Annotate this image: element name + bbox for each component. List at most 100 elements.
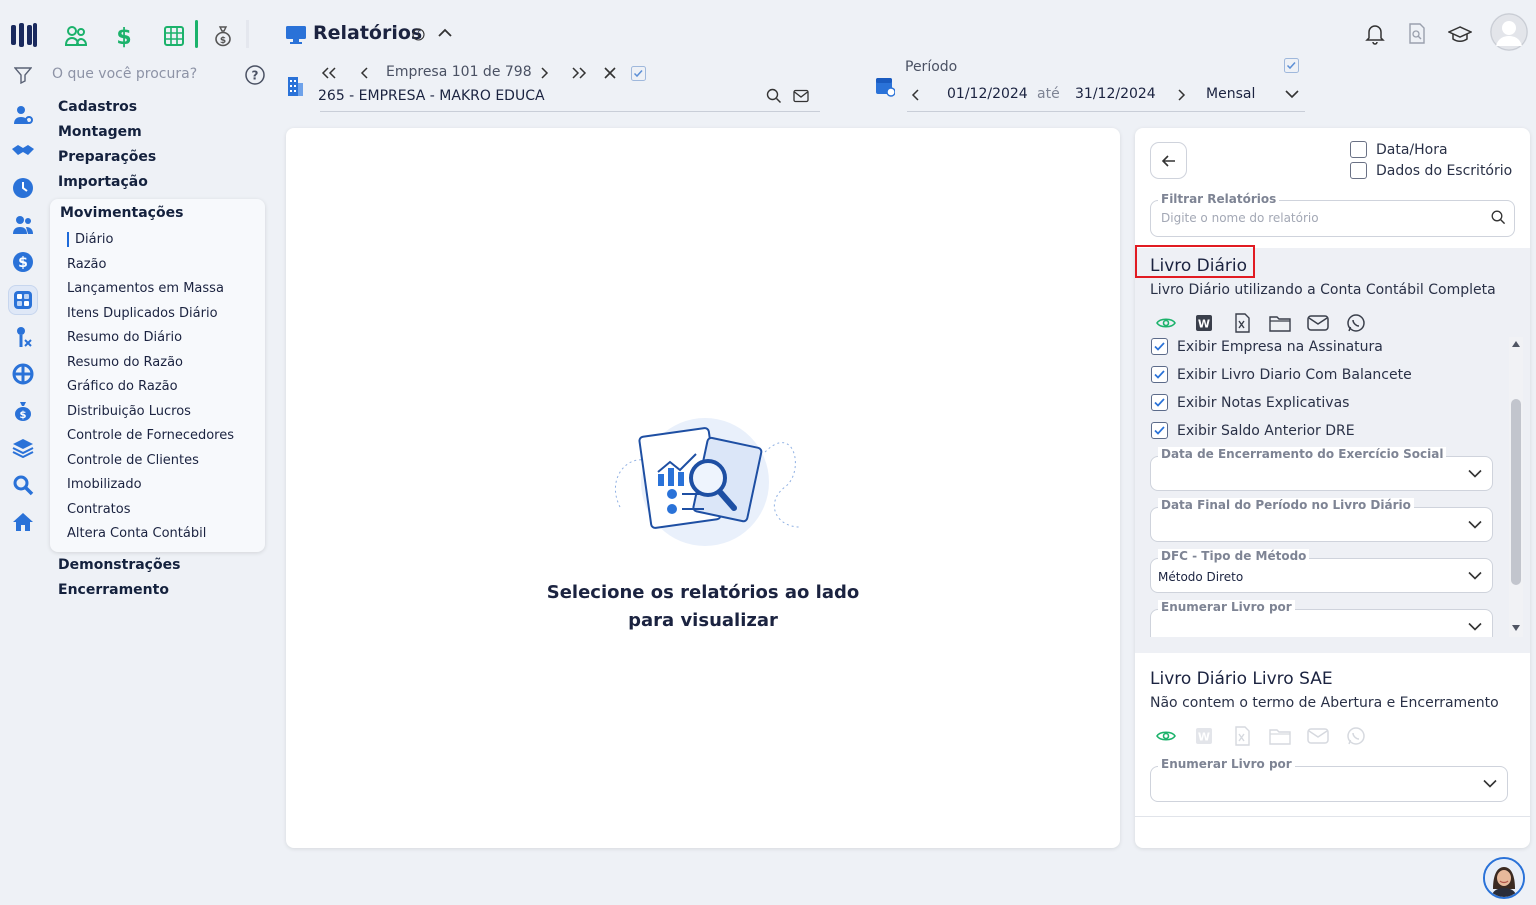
date-start[interactable]: 01/12/2024 xyxy=(947,86,1028,102)
network-icon[interactable] xyxy=(10,361,36,387)
users-icon[interactable] xyxy=(62,22,90,50)
checkbox-checked-icon[interactable] xyxy=(1151,394,1168,411)
app-logo[interactable] xyxy=(10,22,38,48)
calculator-icon[interactable] xyxy=(8,285,38,315)
submenu-item-lancamentos[interactable]: Lançamentos em Massa xyxy=(67,281,224,296)
checkbox-checked-icon[interactable] xyxy=(1151,366,1168,383)
eye-icon[interactable] xyxy=(1155,312,1177,334)
global-search-input[interactable]: O que você procura? xyxy=(52,66,197,82)
check-saldo-anterior[interactable]: Exibir Saldo Anterior DRE xyxy=(1151,422,1355,439)
report2-select-enumerar[interactable] xyxy=(1150,766,1508,802)
home-icon[interactable] xyxy=(10,509,36,535)
layers-icon[interactable] xyxy=(10,435,36,461)
collapse-chevron-icon[interactable] xyxy=(437,27,453,39)
clock-icon[interactable] xyxy=(10,175,36,201)
spreadsheet-icon[interactable] xyxy=(160,22,188,50)
submenu-item-altera-conta[interactable]: Altera Conta Contábil xyxy=(67,526,206,541)
scrollbar-up-icon[interactable] xyxy=(1512,341,1520,347)
back-button[interactable] xyxy=(1150,142,1187,179)
prev-period-icon[interactable] xyxy=(910,88,922,102)
pin-icon[interactable] xyxy=(10,324,36,350)
menu-preparacoes[interactable]: Preparações xyxy=(58,149,156,165)
periodo-checkbox[interactable] xyxy=(1284,58,1299,73)
info-icon[interactable] xyxy=(412,28,425,41)
company-search-icon[interactable] xyxy=(766,88,782,104)
money-bag-top-icon[interactable]: $ xyxy=(209,22,237,50)
graduation-cap-icon[interactable] xyxy=(1448,25,1472,45)
submenu-item-imobilizado[interactable]: Imobilizado xyxy=(67,477,142,492)
option-data-hora[interactable]: Data/Hora xyxy=(1350,141,1448,158)
help-icon[interactable]: ? xyxy=(245,65,265,85)
option-dados-escritorio[interactable]: Dados do Escritório xyxy=(1350,162,1512,179)
next-period-icon[interactable] xyxy=(1175,88,1187,102)
word-icon[interactable]: W xyxy=(1193,312,1215,334)
submenu-item-clientes[interactable]: Controle de Clientes xyxy=(67,453,199,468)
report1-title[interactable]: Livro Diário xyxy=(1150,256,1247,276)
date-end[interactable]: 31/12/2024 xyxy=(1075,86,1156,102)
frequency-select[interactable]: Mensal xyxy=(1206,86,1255,102)
svg-text:$: $ xyxy=(20,410,27,421)
whatsapp-icon[interactable] xyxy=(1345,725,1367,747)
checkbox-checked-icon[interactable] xyxy=(1151,338,1168,355)
menu-montagem[interactable]: Montagem xyxy=(58,124,142,140)
submenu-item-contratos[interactable]: Contratos xyxy=(67,502,131,517)
handshake-icon[interactable] xyxy=(10,138,36,164)
check-empresa-assinatura[interactable]: Exibir Empresa na Assinatura xyxy=(1151,338,1383,355)
word-icon[interactable]: W xyxy=(1193,725,1215,747)
submenu-item-razao[interactable]: Razão xyxy=(67,257,106,272)
whatsapp-icon[interactable] xyxy=(1345,312,1367,334)
data-hora-checkbox[interactable] xyxy=(1350,141,1367,158)
company-name[interactable]: 265 - EMPRESA - MAKRO EDUCA xyxy=(318,88,545,104)
menu-importacao[interactable]: Importação xyxy=(58,174,148,190)
folder-icon[interactable] xyxy=(1269,312,1291,334)
clear-company-icon[interactable] xyxy=(603,66,617,80)
menu-cadastros[interactable]: Cadastros xyxy=(58,99,137,115)
select-data-final[interactable] xyxy=(1150,507,1493,542)
people-icon[interactable] xyxy=(10,212,36,238)
company-select-checkbox[interactable] xyxy=(631,66,646,81)
filter-search-icon[interactable] xyxy=(1491,210,1506,225)
company-mail-icon[interactable] xyxy=(793,89,809,103)
submenu-item-fornecedores[interactable]: Controle de Fornecedores xyxy=(67,428,234,443)
dados-escritorio-checkbox[interactable] xyxy=(1350,162,1367,179)
money-bag-icon[interactable]: $ xyxy=(10,398,36,424)
menu-movimentacoes[interactable]: Movimentações xyxy=(60,205,183,221)
user-avatar[interactable] xyxy=(1490,13,1528,51)
company-counter: Empresa 101 de 798 xyxy=(386,64,532,80)
check-notas-explicativas[interactable]: Exibir Notas Explicativas xyxy=(1151,394,1349,411)
scrollbar-thumb[interactable] xyxy=(1511,399,1521,585)
frequency-chevron-icon[interactable] xyxy=(1284,89,1300,99)
menu-encerramento[interactable]: Encerramento xyxy=(58,582,169,598)
dollar-sign-icon[interactable]: $ xyxy=(110,22,138,50)
last-company-icon[interactable] xyxy=(570,66,588,80)
mail-icon[interactable] xyxy=(1307,312,1329,334)
select-encerramento[interactable] xyxy=(1150,456,1493,491)
submenu-item-resumo-razao[interactable]: Resumo do Razão xyxy=(67,355,183,370)
report2-title[interactable]: Livro Diário Livro SAE xyxy=(1150,669,1333,689)
folder-icon[interactable] xyxy=(1269,725,1291,747)
prev-company-icon[interactable] xyxy=(359,66,371,80)
submenu-item-diario[interactable]: Diário xyxy=(67,232,114,247)
users-config-icon[interactable] xyxy=(10,102,36,128)
checkbox-checked-icon[interactable] xyxy=(1151,422,1168,439)
excel-icon[interactable] xyxy=(1231,312,1253,334)
menu-demonstracoes[interactable]: Demonstrações xyxy=(58,557,180,573)
submenu-item-resumo-diario[interactable]: Resumo do Diário xyxy=(67,330,182,345)
submenu-item-duplicados[interactable]: Itens Duplicados Diário xyxy=(67,306,218,321)
mail-icon[interactable] xyxy=(1307,725,1329,747)
magnifier-icon[interactable] xyxy=(10,472,36,498)
excel-icon[interactable] xyxy=(1231,725,1253,747)
next-company-icon[interactable] xyxy=(538,66,550,80)
scrollbar-down-icon[interactable] xyxy=(1512,625,1520,631)
assistant-avatar[interactable] xyxy=(1483,857,1525,899)
document-search-icon[interactable] xyxy=(1407,23,1427,45)
check-livro-balancete[interactable]: Exibir Livro Diario Com Balancete xyxy=(1151,366,1412,383)
submenu-item-grafico-razao[interactable]: Gráfico do Razão xyxy=(67,379,178,394)
submenu-item-distribuicao[interactable]: Distribuição Lucros xyxy=(67,404,191,419)
select-dfc-metodo[interactable]: Método Direto xyxy=(1150,558,1493,593)
first-company-icon[interactable] xyxy=(320,66,338,80)
dollar-icon[interactable]: $ xyxy=(10,249,36,275)
eye-icon[interactable] xyxy=(1155,725,1177,747)
filter-icon[interactable] xyxy=(14,66,32,84)
bell-icon[interactable] xyxy=(1365,23,1385,45)
